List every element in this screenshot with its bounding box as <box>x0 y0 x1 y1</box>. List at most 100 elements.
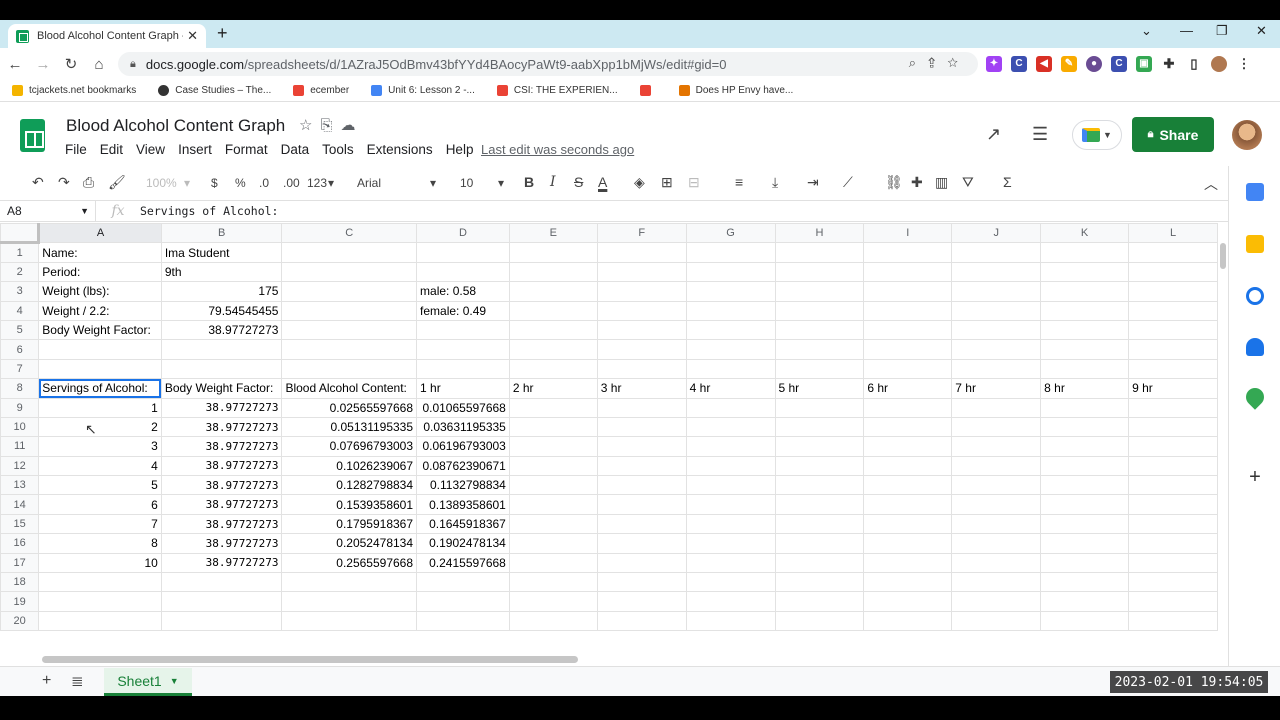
avatar[interactable] <box>1232 120 1262 150</box>
menu-view[interactable]: View <box>136 142 165 157</box>
menu-tools[interactable]: Tools <box>322 142 354 157</box>
extension-c2-icon[interactable]: C <box>1111 56 1127 72</box>
cell[interactable] <box>863 591 953 612</box>
cell[interactable] <box>951 339 1042 360</box>
row-header[interactable]: 1 <box>0 242 40 263</box>
cell[interactable] <box>1128 610 1218 632</box>
cell[interactable]: 5 <box>38 475 162 496</box>
cell[interactable] <box>951 494 1042 515</box>
url-field[interactable]: 🔒︎ docs.google.com/spreadsheets/d/1AZraJ… <box>118 52 978 76</box>
cell[interactable] <box>774 397 865 418</box>
cell[interactable] <box>685 475 776 496</box>
cell[interactable] <box>951 261 1042 283</box>
menu-insert[interactable]: Insert <box>178 142 212 157</box>
bookmark-item[interactable] <box>639 85 657 96</box>
cell[interactable] <box>1128 475 1218 496</box>
cell[interactable] <box>863 455 953 477</box>
cell[interactable] <box>774 261 865 283</box>
cell[interactable] <box>951 416 1042 438</box>
row-header[interactable]: 15 <box>0 513 40 535</box>
cell[interactable] <box>416 261 510 283</box>
cell[interactable] <box>1040 281 1130 302</box>
cell[interactable] <box>951 319 1042 341</box>
font-select[interactable]: Arial <box>357 176 381 190</box>
cell[interactable] <box>596 475 687 496</box>
bookmark-item[interactable]: Unit 6: Lesson 2 -... <box>371 85 475 96</box>
cell[interactable]: Ima Student <box>160 242 283 263</box>
row-header[interactable]: 5 <box>0 319 40 341</box>
new-tab-icon[interactable]: + <box>217 23 228 44</box>
cell[interactable] <box>596 319 687 341</box>
collapse-toolbar-icon[interactable]: ︿ <box>1204 174 1218 194</box>
cell[interactable]: 0.1539358601 <box>281 494 418 515</box>
row-header[interactable]: 11 <box>0 436 40 457</box>
cell[interactable]: 38.97727273 <box>160 475 283 496</box>
document-title[interactable]: Blood Alcohol Content Graph <box>66 116 285 136</box>
row-header[interactable]: 6 <box>0 339 40 360</box>
cell[interactable] <box>1040 475 1130 496</box>
cell[interactable]: 1 <box>38 397 162 418</box>
strikethrough-icon[interactable]: S <box>574 174 583 190</box>
cell[interactable] <box>863 436 953 457</box>
cell[interactable] <box>596 436 687 457</box>
column-header-f[interactable]: F <box>596 223 687 244</box>
italic-icon[interactable]: I <box>550 174 556 190</box>
cell[interactable] <box>38 339 162 360</box>
filter-icon[interactable]: ⛛ <box>962 174 974 191</box>
activity-trend-icon[interactable]: ↗ <box>986 124 1001 145</box>
cell[interactable] <box>160 339 283 360</box>
menu-extensions[interactable]: Extensions <box>367 142 433 157</box>
sheets-logo-icon[interactable] <box>20 119 45 152</box>
cell[interactable]: 0.1645918367 <box>416 513 510 535</box>
cell[interactable] <box>1128 261 1218 283</box>
cell[interactable] <box>281 261 418 283</box>
cell[interactable]: 175 <box>160 281 283 302</box>
cell[interactable] <box>508 455 598 477</box>
cell[interactable]: 0.08762390671 <box>416 455 510 477</box>
formula-input[interactable]: Servings of Alcohol: <box>140 204 278 218</box>
cell[interactable] <box>1128 552 1218 574</box>
cell[interactable] <box>951 533 1042 554</box>
cell[interactable]: Weight / 2.2: <box>38 300 162 321</box>
cell[interactable] <box>508 300 598 321</box>
align-left-icon[interactable]: ≡ <box>735 174 743 190</box>
cell[interactable]: 0.1902478134 <box>416 533 510 554</box>
row-header[interactable]: 10 <box>0 416 40 438</box>
text-wrap-icon[interactable]: ⇥ <box>807 174 819 191</box>
cell[interactable] <box>1128 416 1218 438</box>
cell[interactable] <box>951 475 1042 496</box>
cell[interactable] <box>951 242 1042 263</box>
cell[interactable]: 0.07696793003 <box>281 436 418 457</box>
column-header-b[interactable]: B <box>160 223 283 244</box>
cell[interactable] <box>1040 242 1130 263</box>
cell[interactable] <box>685 319 776 341</box>
tab-search-icon[interactable]: ⌄ <box>1141 23 1152 39</box>
cell[interactable] <box>951 358 1042 380</box>
cell[interactable]: 38.97727273 <box>160 319 283 341</box>
column-header-e[interactable]: E <box>508 223 598 244</box>
cell[interactable] <box>1040 436 1130 457</box>
paint-format-icon[interactable]: 🖌︎ <box>108 174 126 191</box>
cell[interactable] <box>685 339 776 360</box>
cell[interactable] <box>951 455 1042 477</box>
cell[interactable] <box>596 339 687 360</box>
cell[interactable]: Servings of Alcohol: <box>38 378 162 399</box>
cell[interactable]: 3 <box>38 436 162 457</box>
cell[interactable] <box>685 300 776 321</box>
cell[interactable] <box>1128 339 1218 360</box>
cell[interactable] <box>774 436 865 457</box>
forward-icon[interactable]: → <box>30 56 56 73</box>
column-header-k[interactable]: K <box>1040 223 1130 244</box>
cell[interactable] <box>1040 416 1130 438</box>
menu-format[interactable]: Format <box>225 142 268 157</box>
cell[interactable] <box>863 416 953 438</box>
cell[interactable] <box>685 610 776 632</box>
cell[interactable] <box>281 319 418 341</box>
cell[interactable] <box>508 339 598 360</box>
cell[interactable] <box>774 319 865 341</box>
cell[interactable] <box>416 591 510 612</box>
last-edit-link[interactable]: Last edit was seconds ago <box>481 142 634 157</box>
cell[interactable]: 0.02565597668 <box>281 397 418 418</box>
cell[interactable] <box>596 513 687 535</box>
scrollbar-thumb[interactable] <box>42 656 578 663</box>
